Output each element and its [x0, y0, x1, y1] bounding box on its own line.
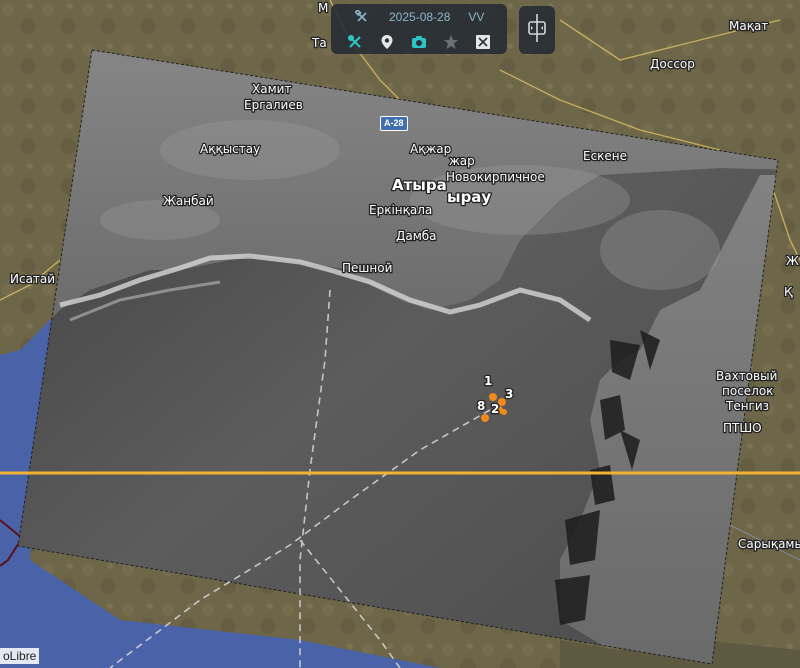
marker-dot[interactable]	[481, 414, 489, 422]
place-label: поселок	[722, 384, 773, 398]
marker-label-8: 8	[477, 399, 485, 413]
polarization-label: VV	[468, 10, 485, 24]
place-label: Дамба	[396, 229, 437, 243]
marker-label-2: 2	[491, 402, 499, 416]
place-label: Доссор	[650, 57, 695, 71]
place-label: Еркінқала	[369, 203, 432, 217]
compare-slider-icon	[526, 13, 548, 48]
satellite-icon[interactable]	[346, 33, 364, 51]
place-label: Пешной	[342, 261, 392, 275]
place-label: Ақжар	[410, 142, 451, 156]
place-label: Ж	[786, 254, 799, 268]
place-label: Вахтовый	[716, 369, 777, 383]
crop-icon[interactable]	[474, 33, 492, 51]
place-label: Аққыстау	[200, 142, 260, 156]
camera-icon[interactable]	[410, 33, 428, 51]
satellite-icon	[353, 8, 371, 26]
place-label-city: ырау	[447, 188, 491, 206]
marker-label-1: 1	[484, 374, 492, 388]
place-label: Ескене	[583, 149, 627, 163]
map-attribution[interactable]: oLibre	[0, 648, 40, 664]
image-date: 2025-08-28	[389, 10, 451, 24]
marker-dot[interactable]	[501, 409, 507, 415]
image-toolbar: 2025-08-28 VV	[331, 4, 507, 54]
place-label: Қ	[784, 285, 793, 299]
marker-label-3: 3	[505, 387, 513, 401]
place-label: Новокирпичное	[446, 170, 545, 184]
place-label: Жанбай	[163, 194, 214, 208]
place-label: Та	[311, 36, 327, 50]
place-label: ПТШО	[723, 421, 762, 435]
star-icon[interactable]	[442, 33, 460, 51]
place-label: Хамит	[252, 82, 291, 96]
satellite-pin-icon[interactable]	[378, 33, 396, 51]
place-label: Исатай	[10, 272, 55, 286]
place-label: М	[318, 1, 328, 15]
compare-slider-button[interactable]	[519, 6, 555, 54]
marker-dot[interactable]	[489, 393, 497, 401]
place-label: жар	[449, 154, 475, 168]
place-label: Тенгиз	[725, 399, 769, 413]
place-label: Сарықамы	[738, 537, 800, 551]
place-label-city: Атыра	[392, 176, 447, 194]
place-label: Ергалиев	[244, 98, 303, 112]
road-shield-a28: A-28	[380, 116, 408, 131]
place-label: Мақат	[729, 19, 768, 33]
map-canvas[interactable]: 1 3 8 2 М Та Мақат Доссор Хамит Ергалиев…	[0, 0, 800, 668]
